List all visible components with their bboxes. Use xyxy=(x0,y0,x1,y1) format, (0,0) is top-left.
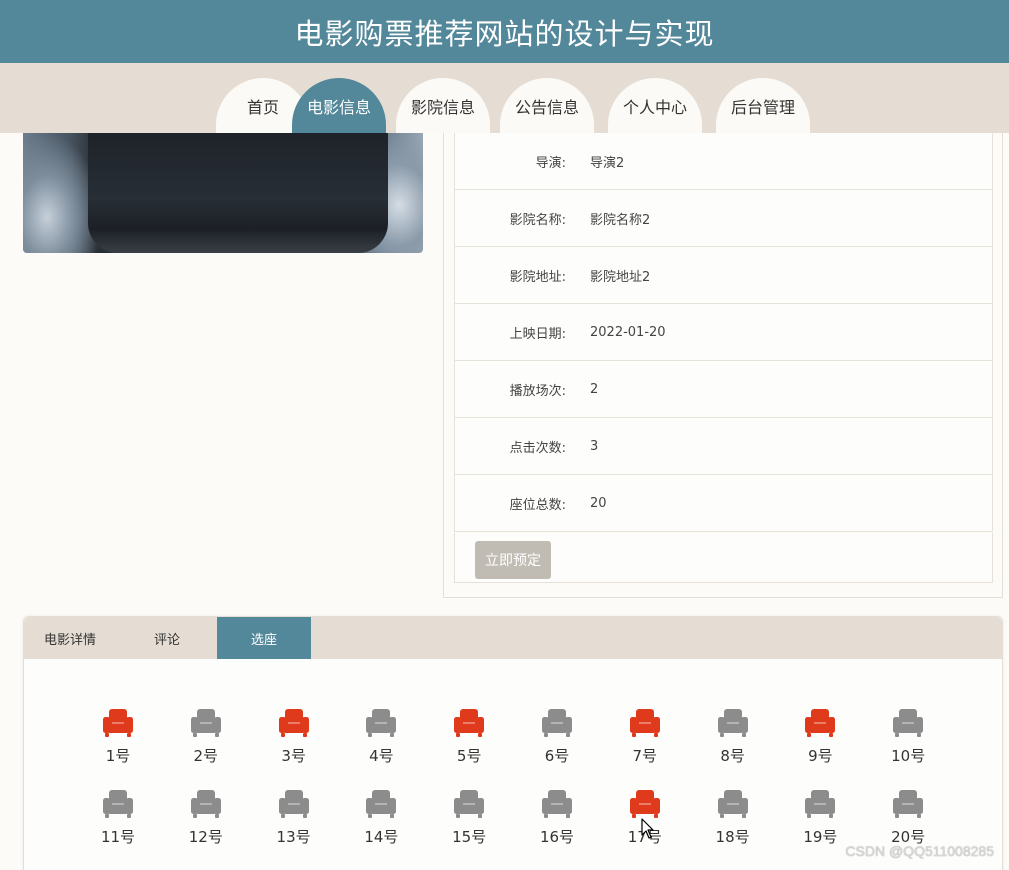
armchair-icon xyxy=(893,709,924,737)
armchair-icon xyxy=(542,790,572,818)
tab-comments[interactable]: 评论 xyxy=(124,617,210,659)
armchair-icon xyxy=(805,709,836,737)
seat-label: 10号 xyxy=(891,747,926,765)
seat-3[interactable]: 3号 xyxy=(264,708,324,770)
seat-label: 14号 xyxy=(364,828,399,846)
seat-label: 11号 xyxy=(100,828,136,846)
seat-14[interactable]: 14号 xyxy=(351,789,411,851)
armchair-icon xyxy=(454,709,485,737)
armchair-icon xyxy=(717,709,748,737)
seat-1[interactable]: 1号 xyxy=(88,708,148,770)
seat-2[interactable]: 2号 xyxy=(176,708,236,770)
detail-label: 点击次数: xyxy=(509,440,566,456)
seat-label: 4号 xyxy=(369,747,394,765)
nav-announcements[interactable]: 公告信息 xyxy=(500,78,594,133)
nav-personal-center[interactable]: 个人中心 xyxy=(608,78,702,133)
armchair-icon xyxy=(629,709,660,737)
seat-20[interactable]: 20号 xyxy=(878,789,938,851)
seat-9[interactable]: 9号 xyxy=(790,708,850,770)
armchair-icon xyxy=(366,790,397,818)
watermark: CSDN @QQ511008285 xyxy=(845,843,994,859)
armchair-icon xyxy=(805,790,836,818)
nav-movie-info[interactable]: 电影信息 xyxy=(292,78,386,133)
movie-tabs-panel: 电影详情 评论 选座 1号 2号 3号 4号 5号 6号 7号 8号 9号 10号 11号 12号 13… xyxy=(23,616,1003,870)
detail-row-cinema-name: 影院名称: 影院名称2 xyxy=(454,190,993,247)
detail-label: 影院地址: xyxy=(509,269,566,285)
detail-value: 2 xyxy=(590,381,599,397)
tab-seat-selection[interactable]: 选座 xyxy=(217,617,311,659)
seat-label: 3号 xyxy=(281,747,306,765)
seat-label: 6号 xyxy=(544,747,570,765)
detail-label: 上映日期: xyxy=(509,326,566,342)
seat-label: 13号 xyxy=(276,828,311,846)
armchair-icon xyxy=(629,790,660,818)
detail-row-cinema-address: 影院地址: 影院地址2 xyxy=(454,247,993,304)
seat-label: 8号 xyxy=(720,747,745,765)
mouse-pointer-icon xyxy=(641,818,654,839)
detail-row-director: 导演: 导演2 xyxy=(454,133,993,190)
armchair-icon xyxy=(103,709,133,737)
detail-value: 影院地址2 xyxy=(590,269,651,285)
detail-value: 2022-01-20 xyxy=(590,324,666,340)
seat-19[interactable]: 19号 xyxy=(790,789,850,851)
seat-8[interactable]: 8号 xyxy=(703,708,763,770)
seat-16[interactable]: 16号 xyxy=(527,789,587,851)
armchair-icon xyxy=(542,709,572,737)
seat-label: 9号 xyxy=(808,747,833,765)
detail-row-actions: 立即预定 xyxy=(454,533,993,583)
seat-label: 19号 xyxy=(803,828,838,846)
detail-row-total-seats: 座位总数: 20 xyxy=(454,475,993,532)
seat-18[interactable]: 18号 xyxy=(703,789,763,851)
seat-label: 7号 xyxy=(632,747,658,765)
seat-label: 1号 xyxy=(105,747,131,765)
tabs-bar: 电影详情 评论 选座 xyxy=(24,617,1002,659)
armchair-icon xyxy=(103,790,133,818)
main-nav: 首页 电影信息 影院信息 公告信息 个人中心 后台管理 xyxy=(0,63,1009,133)
detail-value: 导演2 xyxy=(590,155,625,171)
armchair-icon xyxy=(893,790,924,818)
seat-12[interactable]: 12号 xyxy=(176,789,236,851)
poster-figure xyxy=(88,133,388,253)
armchair-icon xyxy=(278,709,309,737)
seat-7[interactable]: 7号 xyxy=(615,708,675,770)
armchair-icon xyxy=(190,709,221,737)
seat-10[interactable]: 10号 xyxy=(878,708,938,770)
armchair-icon xyxy=(366,709,397,737)
movie-detail-panel: 导演: 导演2 影院名称: 影院名称2 影院地址: 影院地址2 上映日期: 20… xyxy=(443,133,1003,598)
detail-label: 座位总数: xyxy=(509,497,566,513)
seat-5[interactable]: 5号 xyxy=(439,708,499,770)
site-header: 电影购票推荐网站的设计与实现 xyxy=(0,0,1009,63)
seat-label: 15号 xyxy=(452,828,487,846)
seat-label: 18号 xyxy=(715,828,750,846)
armchair-icon xyxy=(190,790,221,818)
seat-13[interactable]: 13号 xyxy=(264,789,324,851)
site-title: 电影购票推荐网站的设计与实现 xyxy=(294,16,715,51)
nav-admin[interactable]: 后台管理 xyxy=(716,78,810,133)
detail-label: 导演: xyxy=(535,155,566,171)
movie-poster xyxy=(23,133,423,253)
seat-label: 16号 xyxy=(539,828,575,846)
seat-label: 12号 xyxy=(188,828,223,846)
detail-value: 3 xyxy=(590,438,599,454)
seat-label: 2号 xyxy=(193,747,219,765)
detail-row-clicks: 点击次数: 3 xyxy=(454,418,993,475)
detail-label: 影院名称: xyxy=(509,212,566,228)
detail-label: 播放场次: xyxy=(509,383,566,399)
detail-row-release-date: 上映日期: 2022-01-20 xyxy=(454,304,993,361)
detail-row-showings: 播放场次: 2 xyxy=(454,361,993,418)
tab-movie-details[interactable]: 电影详情 xyxy=(24,617,116,659)
seat-15[interactable]: 15号 xyxy=(439,789,499,851)
seat-4[interactable]: 4号 xyxy=(351,708,411,770)
detail-value: 影院名称2 xyxy=(590,212,651,228)
armchair-icon xyxy=(717,790,748,818)
seat-6[interactable]: 6号 xyxy=(527,708,587,770)
book-now-button[interactable]: 立即预定 xyxy=(475,541,551,579)
seat-label: 5号 xyxy=(456,747,482,765)
detail-value: 20 xyxy=(590,495,607,511)
nav-cinema-info[interactable]: 影院信息 xyxy=(396,78,490,133)
seat-11[interactable]: 11号 xyxy=(88,789,148,851)
armchair-icon xyxy=(278,790,309,818)
armchair-icon xyxy=(454,790,485,818)
